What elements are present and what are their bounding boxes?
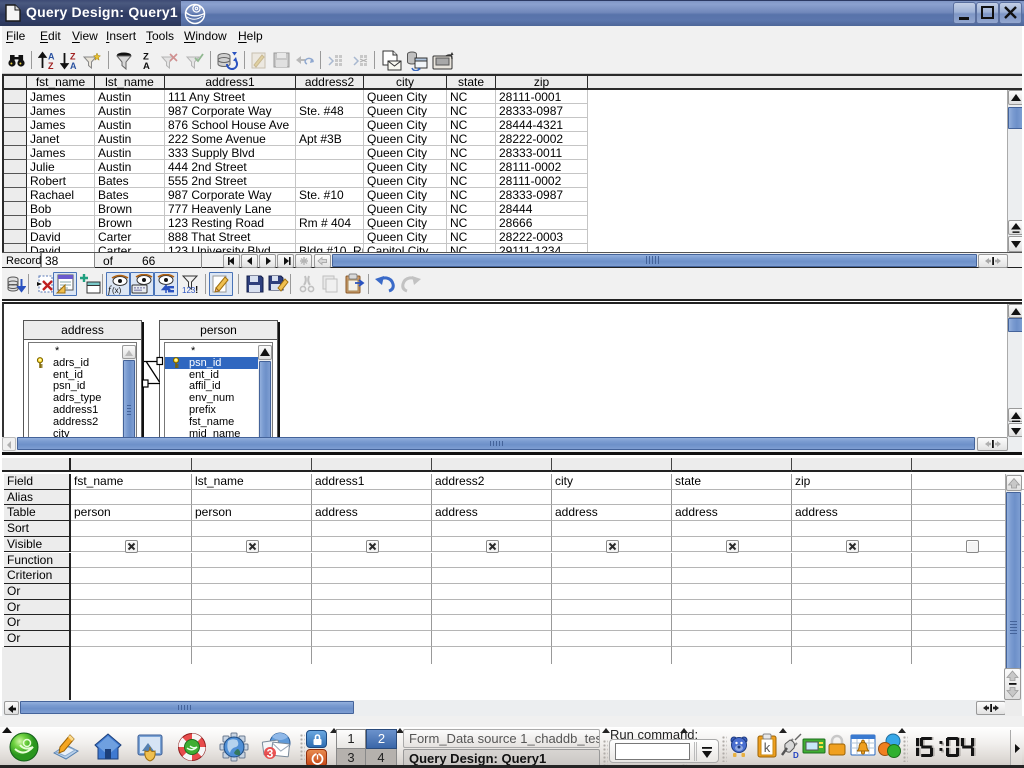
svg-text:A: A (143, 61, 150, 70)
svg-text:123: 123 (182, 286, 196, 295)
svg-text:Z: Z (70, 52, 76, 62)
svg-text:A: A (48, 52, 55, 62)
svg-text:Z: Z (48, 61, 54, 70)
svg-text:!: ! (195, 285, 198, 295)
svg-text:A: A (70, 61, 77, 70)
svg-text:(x): (x) (112, 286, 122, 295)
svg-text:D: D (793, 751, 799, 759)
svg-text:3: 3 (267, 747, 274, 761)
svg-text:k: k (764, 740, 771, 755)
